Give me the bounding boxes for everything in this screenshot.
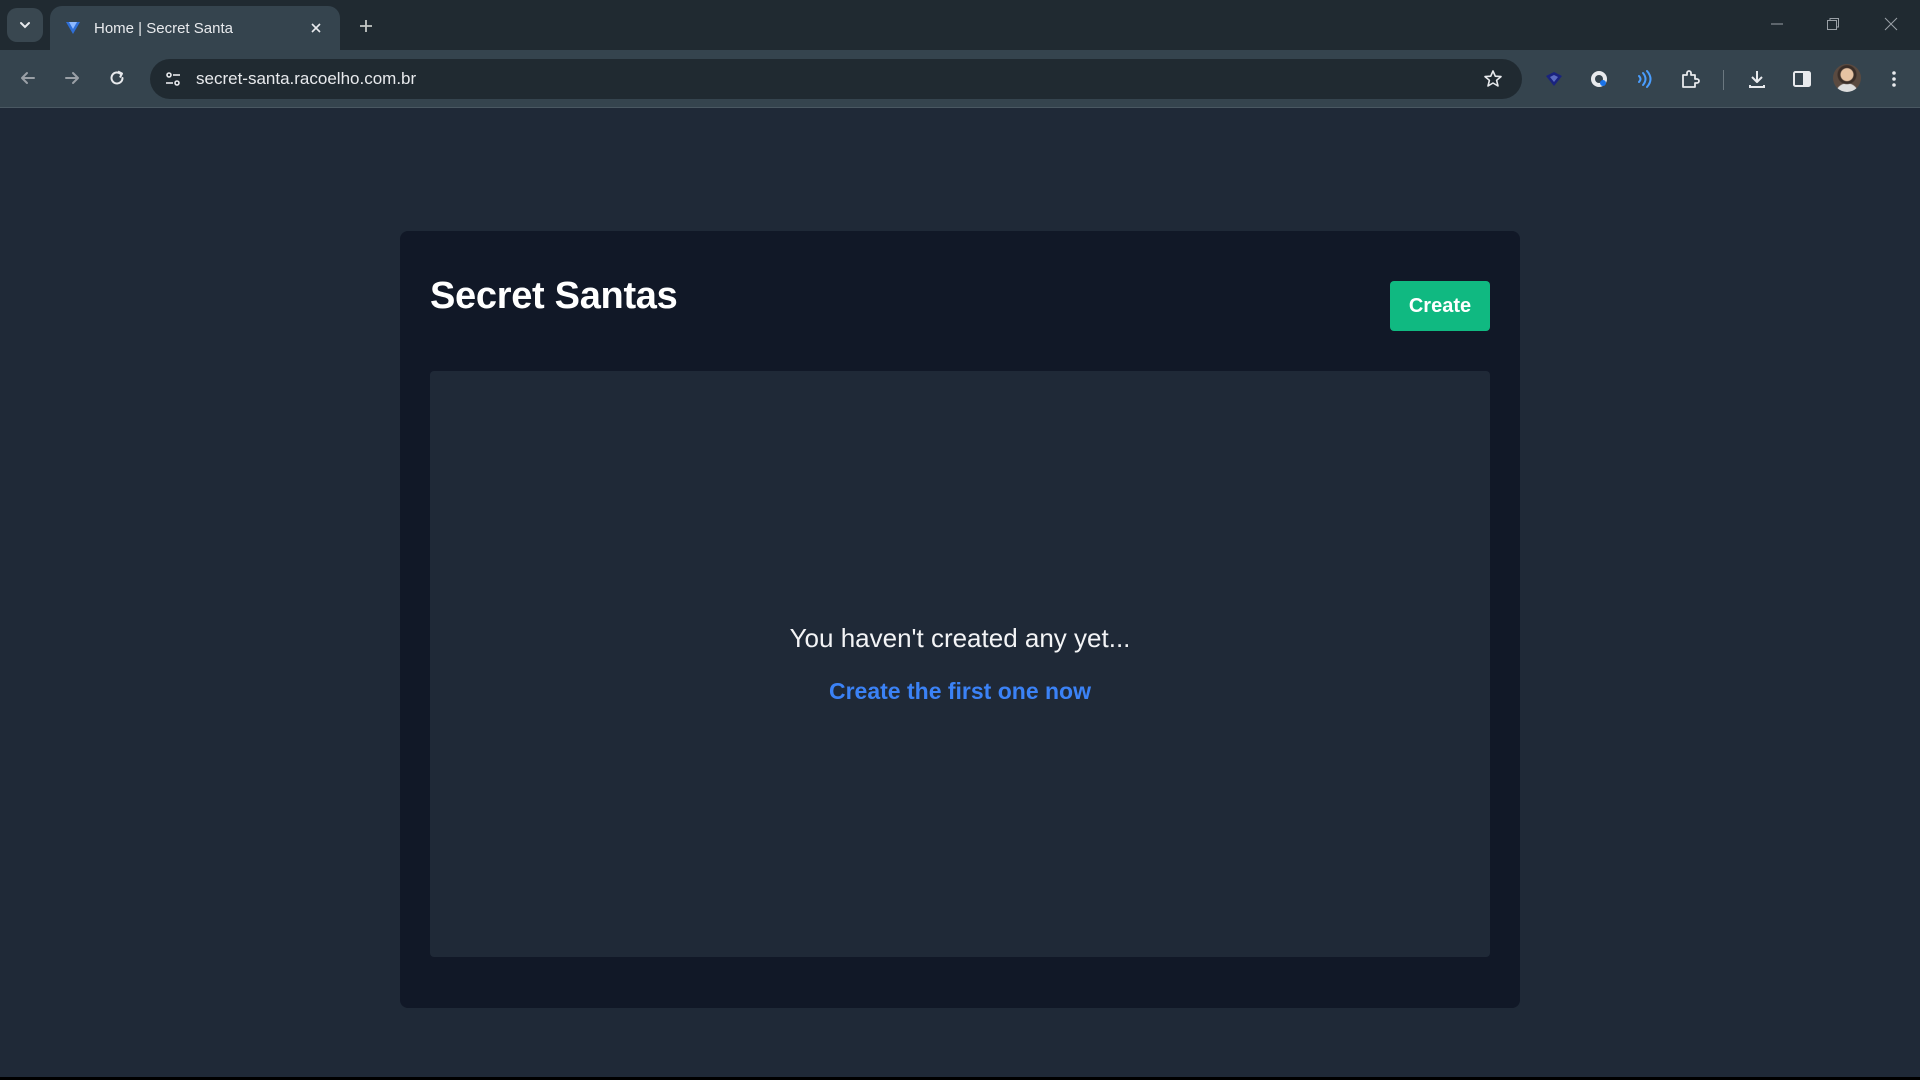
reload-button[interactable] xyxy=(100,61,134,95)
new-tab-button[interactable] xyxy=(352,12,380,40)
bookmark-star-icon[interactable] xyxy=(1478,64,1508,94)
secret-santas-card: Secret Santas Create You haven't created… xyxy=(400,231,1520,1008)
vpn-extension-icon[interactable] xyxy=(1538,63,1570,95)
minimize-icon xyxy=(1771,23,1783,25)
side-panel-icon[interactable] xyxy=(1786,63,1818,95)
restore-button[interactable] xyxy=(1810,6,1856,42)
address-bar[interactable]: secret-santa.racoelho.com.br xyxy=(150,59,1522,99)
back-button[interactable] xyxy=(11,61,45,95)
page-title: Secret Santas xyxy=(430,275,678,317)
audio-extension-icon[interactable] xyxy=(1628,63,1660,95)
secret-santa-favicon xyxy=(62,17,84,39)
close-tab-icon[interactable] xyxy=(304,16,328,40)
profile-avatar[interactable] xyxy=(1833,64,1861,92)
empty-state-panel: You haven't created any yet... Create th… xyxy=(430,371,1490,957)
page-content: Secret Santas Create You haven't created… xyxy=(0,109,1920,1080)
tab-strip: Home | Secret Santa xyxy=(0,0,1920,50)
toolbar-divider xyxy=(1723,70,1724,90)
arrow-left-icon xyxy=(21,72,35,84)
more-menu-icon[interactable] xyxy=(1878,63,1910,95)
plus-icon xyxy=(360,20,372,32)
restore-icon xyxy=(1827,18,1839,30)
create-button[interactable]: Create xyxy=(1390,281,1490,331)
download-icon[interactable] xyxy=(1741,63,1773,95)
close-window-button[interactable] xyxy=(1868,6,1914,42)
reload-icon xyxy=(110,70,124,85)
browser-toolbar: secret-santa.racoelho.com.br xyxy=(0,50,1920,108)
browser-tab[interactable]: Home | Secret Santa xyxy=(50,6,340,50)
puzzle-icon[interactable] xyxy=(1674,63,1706,95)
password-manager-icon[interactable] xyxy=(1583,63,1615,95)
close-icon xyxy=(1884,17,1898,31)
tab-title: Home | Secret Santa xyxy=(94,19,233,37)
arrow-right-icon xyxy=(65,72,79,84)
url-text[interactable]: secret-santa.racoelho.com.br xyxy=(196,69,1478,89)
minimize-button[interactable] xyxy=(1754,6,1800,42)
tab-search-button[interactable] xyxy=(7,8,43,42)
create-first-link[interactable]: Create the first one now xyxy=(829,678,1091,705)
forward-button[interactable] xyxy=(55,61,89,95)
chevron-down-icon xyxy=(20,22,30,29)
site-settings-icon[interactable] xyxy=(158,64,188,94)
empty-state-message: You haven't created any yet... xyxy=(789,623,1131,653)
